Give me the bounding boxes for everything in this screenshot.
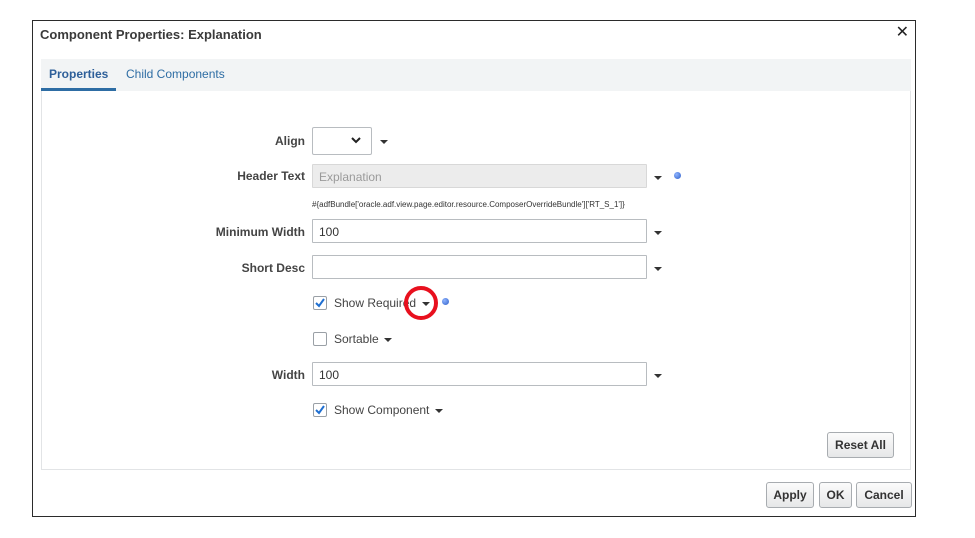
short-desc-field[interactable] [312,255,647,279]
tab-properties[interactable]: Properties [49,67,108,81]
width-menu-caret-icon[interactable] [654,374,662,378]
align-menu-caret-icon[interactable] [380,140,388,144]
reset-all-button[interactable]: Reset All [827,432,894,458]
align-label: Align [275,134,305,148]
header-text-menu-caret-icon[interactable] [654,176,662,180]
dialog-title: Component Properties: Explanation [40,27,262,42]
chevron-down-icon [351,137,361,144]
short-desc-label: Short Desc [241,261,305,275]
close-icon[interactable]: ✕ [896,24,909,42]
show-component-menu-caret-icon[interactable] [435,409,443,413]
checkmark-icon [315,298,325,308]
minimum-width-label: Minimum Width [215,225,305,239]
show-component-label: Show Component [334,403,430,417]
cancel-button[interactable]: Cancel [856,482,912,508]
width-field[interactable]: 100 [312,362,647,386]
tab-child-components[interactable]: Child Components [126,67,225,81]
checkmark-icon [315,405,325,415]
align-select[interactable] [312,127,372,155]
header-text-label: Header Text [237,169,305,183]
minimum-width-menu-caret-icon[interactable] [654,231,662,235]
apply-button[interactable]: Apply [766,482,814,508]
sortable-checkbox[interactable] [313,332,327,346]
highlight-circle [404,286,438,320]
info-icon[interactable] [674,172,681,179]
ok-button[interactable]: OK [819,482,852,508]
show-component-checkbox[interactable] [313,403,327,417]
sortable-label: Sortable [334,332,379,346]
minimum-width-field[interactable]: 100 [312,219,647,243]
width-label: Width [271,368,305,382]
short-desc-menu-caret-icon[interactable] [654,267,662,271]
info-icon[interactable] [442,298,449,305]
header-text-el-expression: #{adfBundle['oracle.adf.view.page.editor… [312,200,625,209]
tab-bar: Properties Child Components [41,59,911,92]
show-required-checkbox[interactable] [313,296,327,310]
header-text-field[interactable]: Explanation [312,164,647,188]
sortable-menu-caret-icon[interactable] [384,338,392,342]
